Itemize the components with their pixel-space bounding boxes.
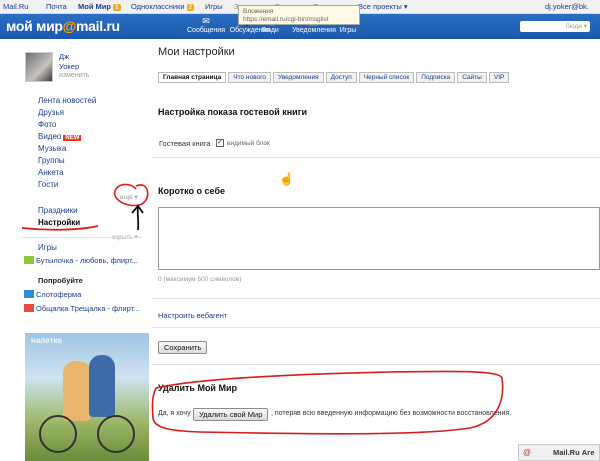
tab-vip[interactable]: VIP bbox=[488, 72, 510, 83]
sidebar-item-music[interactable]: Музыка bbox=[38, 144, 66, 153]
about-char-hint: 0 (максимум 500 символов) bbox=[158, 276, 242, 283]
link-tooltip: Вложения https://email.ru/cgi-bin/msglis… bbox=[238, 5, 360, 25]
mouse-cursor-icon: ☝ bbox=[279, 172, 294, 186]
tooltip-url: https://email.ru/cgi-bin/msglist bbox=[243, 16, 329, 23]
tab-sites[interactable]: Сайты bbox=[457, 72, 487, 83]
sidebar-item-photo[interactable]: Фото bbox=[38, 120, 56, 129]
promo-title: Попробуйте bbox=[38, 276, 83, 285]
guestbook-heading: Настройка показа гостевой книги bbox=[158, 107, 307, 117]
app-chatter[interactable]: Общалка Трещалка - флирт... bbox=[24, 304, 139, 313]
portal-link-ok[interactable]: Одноклассники 2 bbox=[131, 2, 195, 11]
sidebar-item-profile[interactable]: Анкета bbox=[38, 168, 64, 177]
moimir-count-badge: 1 bbox=[112, 4, 121, 11]
page-title: Мои настройки bbox=[158, 46, 235, 58]
photo-person-left bbox=[63, 361, 91, 421]
settings-tabs: Главная страница Что нового Уведомления Дос… bbox=[158, 72, 511, 84]
tab-notifications[interactable]: Уведомления bbox=[272, 72, 324, 83]
sidebar-item-settings[interactable]: Настройки bbox=[38, 218, 80, 227]
delete-heading: Удалить Мой Мир bbox=[158, 383, 237, 393]
mailru-agent-icon: @ bbox=[523, 448, 532, 457]
sidebar-item-video[interactable]: Видео NEW bbox=[38, 132, 82, 141]
mailru-agent-widget[interactable]: @ Mail.Ru Аге bbox=[518, 444, 600, 461]
tab-subscription[interactable]: Подписка bbox=[416, 72, 456, 83]
portal-user-email[interactable]: dj.yoker@bk. bbox=[545, 2, 589, 11]
portal-all-projects[interactable]: Все проекты ▾ bbox=[358, 2, 408, 11]
divider bbox=[152, 364, 600, 365]
ok-count-badge: 2 bbox=[186, 4, 195, 11]
avatar[interactable] bbox=[25, 52, 53, 82]
envelope-icon: ✉ bbox=[202, 16, 210, 26]
site-logo[interactable]: мой мир@mail.ru bbox=[6, 18, 120, 34]
portal-link-games[interactable]: Игры bbox=[205, 2, 223, 11]
tab-main-page[interactable]: Главная страница bbox=[158, 72, 227, 83]
divider bbox=[152, 327, 600, 328]
app-bottle[interactable]: Бутылочка - любовь, флирт... bbox=[24, 256, 138, 265]
sidebar-item-feed[interactable]: Лента новостей bbox=[38, 96, 96, 105]
sidebar-item-guests[interactable]: Гости bbox=[38, 180, 58, 189]
webcam-settings-link[interactable]: Настроить вебагент bbox=[158, 311, 227, 320]
photo-wheel-back bbox=[97, 415, 135, 453]
photo-watermark: налетке bbox=[31, 336, 62, 345]
tooltip-title: Вложения bbox=[243, 8, 274, 15]
user-last-name[interactable]: Уокер bbox=[59, 62, 79, 71]
divider bbox=[152, 298, 600, 299]
about-textarea[interactable] bbox=[158, 207, 600, 270]
nav-messages[interactable]: ✉ Сообщения bbox=[182, 15, 230, 34]
guestbook-checkbox[interactable]: ✓ bbox=[216, 139, 224, 147]
delete-prefix-text: Да, я хочу bbox=[158, 410, 191, 417]
ink-circle-delete bbox=[151, 370, 504, 435]
tab-blacklist[interactable]: Черный список bbox=[358, 72, 415, 83]
guestbook-label: Гостевая книга bbox=[159, 139, 211, 148]
delete-suffix-text: , потеряв всю введенную информацию без в… bbox=[271, 410, 512, 417]
guestbook-checkbox-label: видимый блок bbox=[227, 140, 270, 147]
slot-icon bbox=[24, 290, 34, 298]
app-slotoferma[interactable]: Слотоферма bbox=[24, 290, 81, 299]
divider bbox=[152, 157, 600, 158]
ink-arrow-more bbox=[131, 204, 144, 231]
sidebar-more-link[interactable]: ещё ▾ bbox=[120, 193, 138, 201]
new-badge: NEW bbox=[63, 135, 82, 141]
portal-link-moimir[interactable]: Мой Мир 1 bbox=[78, 2, 121, 11]
change-avatar-link[interactable]: изменить bbox=[59, 72, 89, 79]
photo-person-right bbox=[89, 355, 115, 417]
mailru-agent-label: Mail.Ru Аге bbox=[553, 448, 595, 457]
tab-whats-new[interactable]: Что нового bbox=[228, 72, 271, 83]
photo-wheel-front bbox=[39, 415, 77, 453]
delete-world-button[interactable]: Удалить свой Мир bbox=[193, 408, 269, 421]
bottle-icon bbox=[24, 256, 34, 264]
portal-link-mail[interactable]: Почта bbox=[46, 2, 67, 11]
promo-photo[interactable]: налетке bbox=[25, 333, 149, 461]
sidebar-divider bbox=[22, 237, 142, 238]
sidebar-item-friends[interactable]: Друзья bbox=[38, 108, 64, 117]
tab-access[interactable]: Доступ bbox=[325, 72, 357, 83]
about-heading: Коротко о себе bbox=[158, 186, 226, 196]
sidebar-item-games[interactable]: Игры bbox=[38, 243, 57, 252]
save-button[interactable]: Сохранить bbox=[158, 341, 208, 354]
sidebar-item-holidays[interactable]: Праздники bbox=[38, 206, 78, 215]
user-first-name[interactable]: Дж bbox=[59, 52, 69, 61]
chat-app-icon bbox=[24, 304, 34, 312]
portal-link-mailru[interactable]: Mail.Ru bbox=[3, 2, 28, 11]
people-search-select[interactable]: Люди ▾ bbox=[520, 21, 590, 32]
sidebar-item-groups[interactable]: Группы bbox=[38, 156, 65, 165]
